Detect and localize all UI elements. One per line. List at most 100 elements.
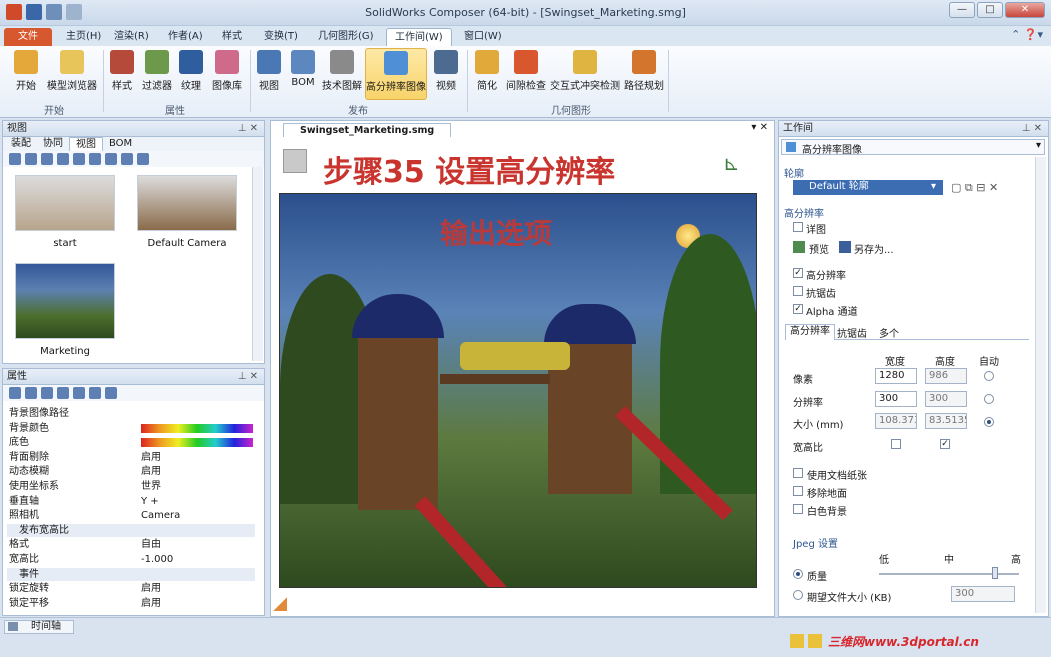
tab-render[interactable]: 渲染(R) [106, 28, 157, 46]
property-row[interactable]: 背景图像路径 [7, 407, 255, 420]
hires-image-button[interactable]: 高分辨率图像 [365, 48, 427, 100]
preview-button[interactable]: 预览 [809, 241, 829, 256]
hires-checkbox[interactable]: ✓ [793, 268, 803, 278]
views-scrollbar[interactable] [252, 167, 263, 361]
document-tab[interactable]: Swingset_Marketing.smg [283, 123, 452, 137]
profile-actions[interactable]: ▢ ⧉ ⊟ ✕ [951, 181, 998, 195]
size-width-input[interactable]: 108.373 [875, 413, 917, 429]
property-row[interactable]: 动态模糊 启用 [7, 465, 255, 478]
pin-icon[interactable]: ⊥ ✕ [1022, 121, 1042, 137]
profile-select[interactable]: Default 轮廓 [793, 180, 943, 195]
update-view-icon[interactable] [25, 153, 37, 165]
styles-button[interactable]: 样式 [107, 48, 137, 100]
pin-icon[interactable]: ⊥ ✕ [238, 121, 258, 137]
property-value[interactable]: 启用 [141, 597, 161, 610]
help-icon[interactable]: ⌃ ❓▾ [1011, 28, 1043, 41]
start-button[interactable]: 开始 [10, 48, 42, 100]
add-view-icon[interactable] [9, 153, 21, 165]
subtab-collab[interactable]: 协同 [37, 137, 69, 151]
workshop-dropdown[interactable]: 高分辨率图像 ▾ [781, 139, 1045, 156]
tab-workshop[interactable]: 工作间(W) [386, 28, 452, 46]
property-row[interactable]: 锁定旋转 启用 [7, 582, 255, 595]
property-row[interactable]: 锁定平移 启用 [7, 597, 255, 610]
pick-icon[interactable] [89, 387, 101, 399]
auto-radio-res[interactable] [984, 394, 994, 404]
property-value[interactable]: 世界 [141, 480, 161, 493]
subtab-multiple[interactable]: 多个 [879, 325, 899, 340]
tab-window[interactable]: 窗口(W) [456, 28, 510, 46]
camera-icon[interactable] [105, 153, 117, 165]
subtab-views[interactable]: 视图 [69, 137, 103, 151]
property-row[interactable]: 背景颜色 [7, 422, 255, 435]
sort-icon[interactable] [25, 387, 37, 399]
property-row[interactable]: 照相机 Camera [7, 509, 255, 522]
detail-checkbox[interactable] [793, 222, 803, 232]
property-row[interactable]: 背面剔除 启用 [7, 451, 255, 464]
filter-button[interactable]: 过滤器 [139, 48, 175, 100]
pixel-width-input[interactable]: 1280 [875, 368, 917, 384]
simplify-button[interactable]: 简化 [472, 48, 502, 100]
workshop-scrollbar[interactable] [1035, 157, 1046, 613]
interference-check-button[interactable]: 交互式冲突检测 [549, 48, 621, 100]
expand-icon[interactable] [41, 387, 53, 399]
auto-radio-size[interactable] [984, 417, 994, 427]
expect-size-input[interactable]: 300 [951, 586, 1015, 602]
maximize-button[interactable]: □ [977, 2, 1003, 18]
camera-icon[interactable] [137, 153, 149, 165]
texture-button[interactable]: 纹理 [177, 48, 205, 100]
frame-icon[interactable] [73, 387, 85, 399]
quality-radio[interactable] [793, 569, 803, 579]
tab-styles[interactable]: 样式 [214, 28, 250, 46]
tech-illustration-button[interactable]: 技术图解 [321, 48, 363, 100]
refresh-icon[interactable] [57, 387, 69, 399]
property-section[interactable]: 事件 [7, 567, 255, 581]
property-row[interactable]: 使用坐标系 世界 [7, 480, 255, 493]
property-value[interactable]: 启用 [141, 451, 161, 464]
size-height-input[interactable]: 83.5135 [925, 413, 967, 429]
categorized-icon[interactable] [9, 387, 21, 399]
property-value[interactable]: Y + [141, 495, 159, 508]
tab-file[interactable]: 文件 [4, 28, 52, 46]
path-planning-button[interactable]: 路径规划 [623, 48, 665, 100]
res-height-input[interactable]: 300 [925, 391, 967, 407]
color-swatch[interactable] [141, 438, 253, 448]
bom-button[interactable]: BOM [287, 48, 319, 100]
subtab-assembly[interactable]: 装配 [5, 137, 37, 151]
tab-transform[interactable]: 变换(T) [256, 28, 306, 46]
3d-viewport[interactable]: 输出选项 [279, 193, 757, 588]
aspect-height-checkbox[interactable]: ✓ [940, 439, 950, 449]
view-thumbnail[interactable] [137, 175, 237, 231]
delete-view-icon[interactable] [57, 153, 69, 165]
white-bg-checkbox[interactable] [793, 504, 803, 514]
remove-ground-checkbox[interactable] [793, 486, 803, 496]
close-button[interactable]: ✕ [1005, 2, 1045, 18]
antialias-checkbox[interactable] [793, 286, 803, 296]
quality-slider-thumb[interactable] [992, 567, 998, 579]
quality-slider-track[interactable] [879, 573, 1019, 575]
res-width-input[interactable]: 300 [875, 391, 917, 407]
save-as-button[interactable]: 另存为... [854, 241, 894, 256]
property-section[interactable]: 发布宽高比 [7, 523, 255, 537]
minimize-button[interactable]: — [949, 2, 975, 18]
view-icon[interactable] [41, 153, 53, 165]
property-value[interactable]: 启用 [141, 582, 161, 595]
expect-size-radio[interactable] [793, 590, 803, 600]
clearance-check-button[interactable]: 间隙检查 [505, 48, 547, 100]
pin-icon[interactable]: ⊥ ✕ [238, 369, 258, 385]
auto-radio-pixels[interactable] [984, 371, 994, 381]
camera-icon[interactable] [89, 153, 101, 165]
brush-icon[interactable] [73, 153, 85, 165]
video-button[interactable]: 视频 [431, 48, 461, 100]
pixel-height-input[interactable]: 986 [925, 368, 967, 384]
property-value[interactable]: 启用 [141, 465, 161, 478]
tab-home[interactable]: 主页(H) [58, 28, 109, 46]
property-row[interactable]: 格式 自由 [7, 538, 255, 551]
model-browser-button[interactable]: 模型浏览器 [44, 48, 100, 100]
property-row[interactable]: 垂直轴 Y + [7, 495, 255, 508]
property-value[interactable]: -1.000 [141, 553, 173, 566]
view-button[interactable]: 视图 [254, 48, 284, 100]
property-row[interactable]: 底色 [7, 436, 255, 449]
subtab-bom[interactable]: BOM [103, 137, 138, 151]
view-thumbnail-selected[interactable] [15, 263, 115, 339]
subtab-hires[interactable]: 高分辨率 [785, 324, 835, 340]
